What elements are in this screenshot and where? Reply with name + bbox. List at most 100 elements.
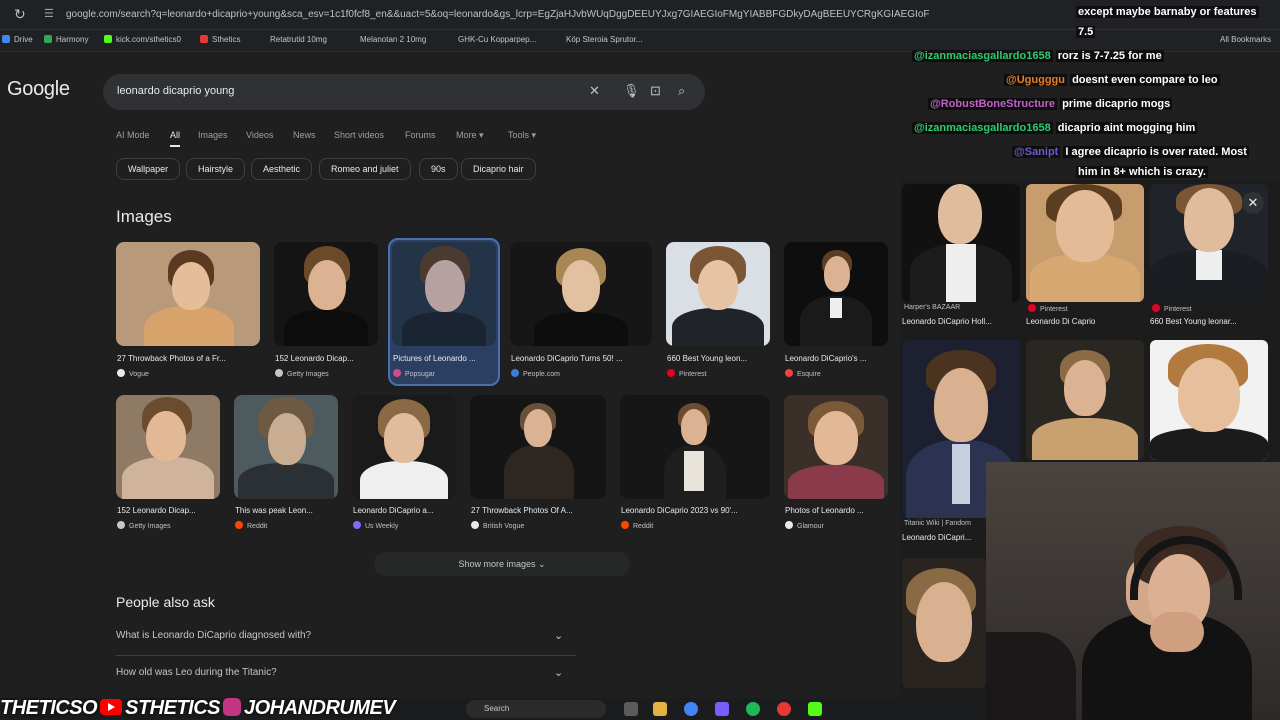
image-thumbnail[interactable] — [620, 395, 770, 499]
image-result[interactable]: 27 Throwback Photos of a Fr... Vogue — [116, 242, 260, 382]
image-result[interactable]: 152 Leonardo Dicap... Getty Images — [116, 395, 220, 535]
source-favicon — [785, 369, 793, 377]
lens-icon[interactable]: ⊡ — [650, 83, 661, 99]
chip-dicaprio-hair[interactable]: Dicaprio hair — [461, 158, 536, 180]
pinterest-icon — [1152, 304, 1160, 312]
image-thumbnail[interactable] — [116, 395, 220, 499]
close-icon[interactable]: ✕ — [1242, 192, 1264, 214]
pinterest-icon — [1028, 304, 1036, 312]
tab-tools[interactable]: Tools ▾ — [508, 130, 536, 141]
spotify-icon[interactable] — [746, 702, 760, 716]
show-more-images-button[interactable]: Show more images ⌄ — [374, 552, 630, 576]
chat-message: @RobustBoneStructure prime dicaprio mogs — [928, 98, 1173, 110]
search-input[interactable]: leonardo dicaprio young — [117, 85, 234, 97]
youtube-icon — [100, 699, 123, 715]
images-heading: Images — [116, 207, 172, 226]
tab-images[interactable]: Images — [198, 130, 228, 140]
image-result[interactable]: Leonardo DiCaprio a... Us Weekly — [352, 395, 456, 535]
image-result[interactable]: Leonardo DiCaprio 2023 vs 90'... Reddit — [620, 395, 770, 535]
source-favicon — [511, 369, 519, 377]
bookmark-melanotan[interactable]: Melanotan 2 10mg — [360, 35, 426, 44]
image-result[interactable]: 152 Leonardo Dicap... Getty Images — [274, 242, 378, 382]
panel-image[interactable] — [902, 184, 1020, 302]
bookmark-retatrutid[interactable]: Retatrutid 10mg — [270, 35, 327, 44]
chevron-down-icon[interactable]: ⌄ — [554, 629, 563, 642]
tab-news[interactable]: News — [293, 130, 316, 140]
chat-message: @Sanipt I agree dicaprio is over rated. … — [1012, 146, 1249, 158]
image-thumbnail[interactable] — [784, 242, 888, 346]
taskbar-search[interactable]: Search — [466, 700, 606, 718]
search-icon[interactable]: ⌕ — [678, 83, 685, 99]
bookmark-harmony[interactable]: Harmony — [44, 35, 88, 44]
image-result-selected[interactable]: Pictures of Leonardo ... Popsugar — [388, 238, 500, 386]
source-favicon — [235, 521, 243, 529]
chat-message: him in 8+ which is crazy. — [1076, 166, 1208, 178]
image-result[interactable]: 660 Best Young leon... Pinterest — [666, 242, 770, 382]
source-favicon — [667, 369, 675, 377]
kick-icon — [104, 35, 112, 43]
source-favicon — [785, 521, 793, 529]
chip-90s[interactable]: 90s — [419, 158, 458, 180]
chat-message: 7.5 — [1076, 26, 1096, 38]
source-favicon — [393, 369, 401, 377]
paa-question[interactable]: What is Leonardo DiCaprio diagnosed with… — [116, 630, 311, 641]
sthetics-icon — [200, 35, 208, 43]
image-thumbnail[interactable] — [274, 242, 378, 346]
tab-short-videos[interactable]: Short videos — [334, 130, 384, 140]
image-thumbnail[interactable] — [784, 395, 888, 499]
image-thumbnail[interactable] — [666, 242, 770, 346]
bookmark-drive[interactable]: Drive — [2, 35, 33, 44]
obs-icon[interactable] — [777, 702, 791, 716]
image-thumbnail[interactable] — [510, 242, 652, 346]
people-also-ask-heading: People also ask — [116, 594, 215, 610]
discord-icon[interactable] — [715, 702, 729, 716]
panel-image[interactable] — [1026, 184, 1144, 302]
chrome-icon[interactable] — [684, 702, 698, 716]
chip-romeo-and-juliet[interactable]: Romeo and juliet — [319, 158, 411, 180]
image-result[interactable]: This was peak Leon... Reddit — [234, 395, 338, 535]
tab-forums[interactable]: Forums — [405, 130, 436, 140]
file-explorer-icon[interactable] — [653, 702, 667, 716]
chip-hairstyle[interactable]: Hairstyle — [186, 158, 246, 180]
tab-all[interactable]: All — [170, 130, 181, 147]
tab-more[interactable]: More ▾ — [456, 130, 484, 141]
drive-icon — [2, 35, 10, 43]
chip-wallpaper[interactable]: Wallpaper — [116, 158, 181, 180]
source-favicon — [275, 369, 283, 377]
microphone-icon[interactable]: 🎙 — [623, 83, 640, 99]
task-view-icon[interactable] — [624, 702, 638, 716]
paa-question[interactable]: How old was Leo during the Titanic? — [116, 667, 277, 678]
site-info-icon[interactable]: ☰ — [44, 7, 54, 20]
reload-icon[interactable]: ↻ — [14, 6, 26, 23]
chevron-down-icon[interactable]: ⌄ — [554, 666, 563, 679]
kick-app-icon[interactable] — [808, 702, 822, 716]
panel-image[interactable] — [902, 558, 986, 688]
bookmark-ghk[interactable]: GHK-Cu Kopparpep... — [458, 35, 536, 44]
source-favicon — [117, 521, 125, 529]
bookmark-kick[interactable]: kick.com/sthetics0 — [104, 35, 181, 44]
image-thumbnail[interactable] — [392, 242, 496, 346]
source-favicon — [621, 521, 629, 529]
divider — [116, 655, 576, 656]
panel-image[interactable] — [1026, 340, 1144, 460]
image-result[interactable]: Leonardo DiCaprio's ... Esquire — [784, 242, 888, 382]
tab-videos[interactable]: Videos — [246, 130, 273, 140]
image-thumbnail[interactable] — [116, 242, 260, 346]
image-thumbnail[interactable] — [234, 395, 338, 499]
chat-message: @izanmaciasgallardo1658 rorz is 7-7.25 f… — [912, 50, 1164, 62]
source-favicon — [117, 369, 125, 377]
image-result[interactable]: 27 Throwback Photos Of A... British Vogu… — [470, 395, 606, 535]
bookmark-sthetics[interactable]: Sthetics — [200, 35, 240, 44]
image-result[interactable]: Leonardo DiCaprio Turns 50! ... People.c… — [510, 242, 652, 382]
google-logo[interactable]: Google — [7, 78, 70, 101]
search-box[interactable]: leonardo dicaprio young ✕ 🎙 ⊡ ⌕ — [103, 74, 705, 110]
tab-ai-mode[interactable]: AI Mode — [116, 130, 150, 140]
chat-message: @Ugugggu doesnt even compare to leo — [1004, 74, 1220, 86]
clear-icon[interactable]: ✕ — [589, 83, 600, 99]
image-thumbnail[interactable] — [470, 395, 606, 499]
chip-aesthetic[interactable]: Aesthetic — [251, 158, 313, 180]
image-result[interactable]: Photos of Leonardo ... Glamour — [784, 395, 888, 535]
bookmark-steroid[interactable]: Köp Steroia Sprutor... — [566, 35, 643, 44]
panel-image[interactable] — [1150, 340, 1268, 460]
image-thumbnail[interactable] — [352, 395, 456, 499]
